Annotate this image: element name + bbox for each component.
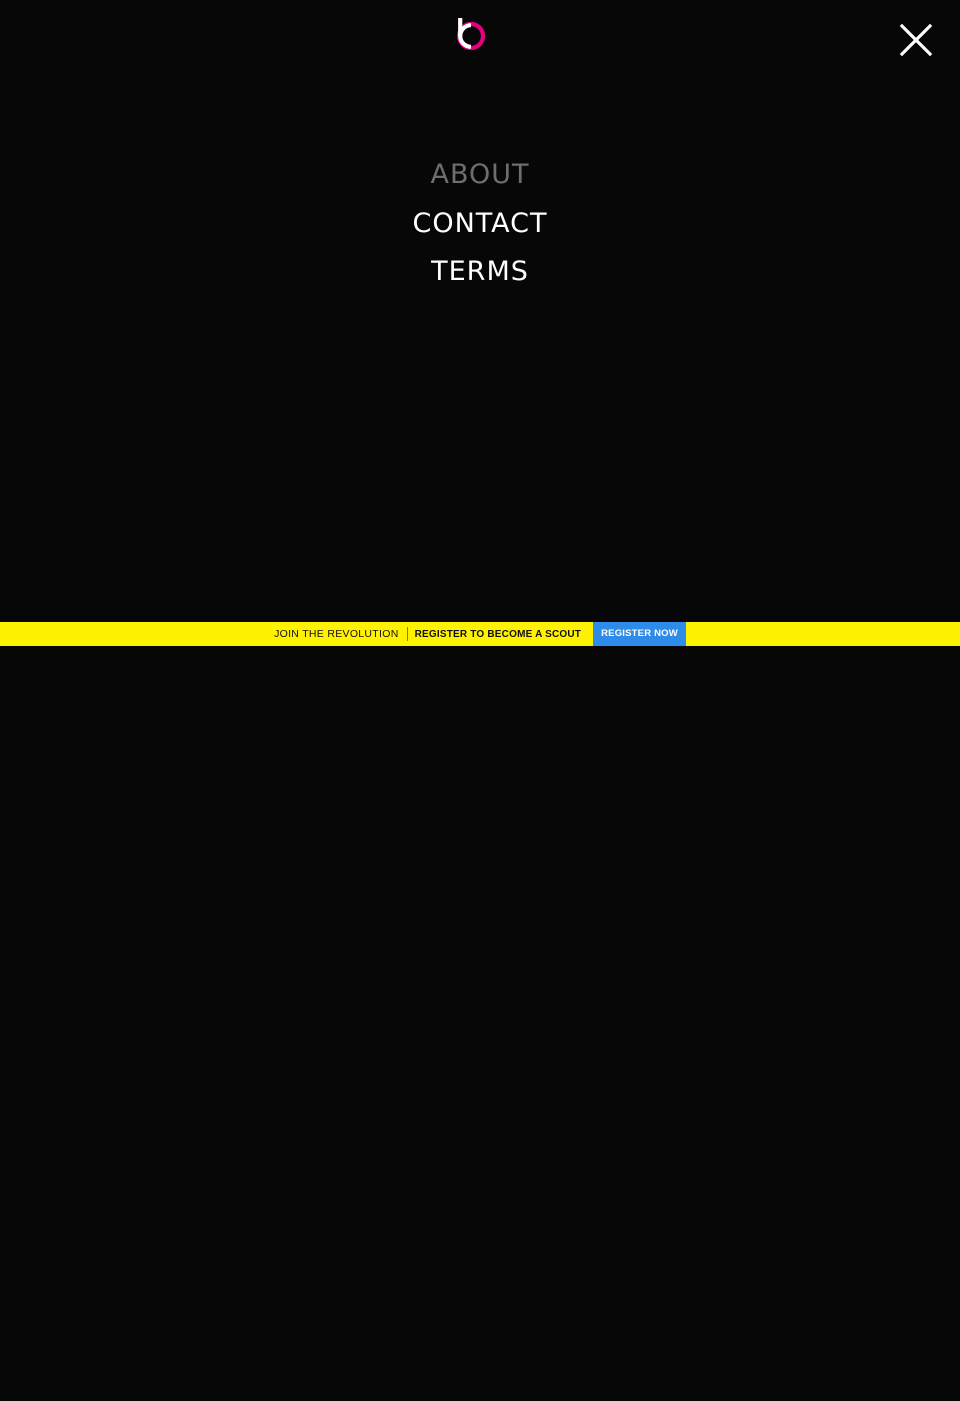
main-menu: ABOUT CONTACT TERMS (0, 153, 960, 299)
promo-banner: JOIN THE REVOLUTION REGISTER TO BECOME A… (0, 622, 960, 646)
menu-item-about: ABOUT (0, 153, 960, 202)
banner-cta-text: REGISTER TO BECOME A SCOUT (414, 628, 582, 640)
menu-link-about[interactable]: ABOUT (430, 159, 529, 190)
menu-item-terms: TERMS (0, 250, 960, 299)
close-icon (899, 23, 933, 57)
menu-item-contact: CONTACT (0, 202, 960, 251)
close-button[interactable] (898, 22, 934, 58)
register-now-button[interactable]: REGISTER NOW (593, 622, 686, 646)
brand-logo[interactable] (456, 16, 488, 54)
menu-link-terms[interactable]: TERMS (431, 256, 529, 287)
menu-link-contact[interactable]: CONTACT (412, 208, 547, 239)
brand-b-logo-icon (456, 18, 486, 51)
banner-join-text: JOIN THE REVOLUTION (274, 628, 399, 640)
menu-overlay: ABOUT CONTACT TERMS JOIN THE REVOLUTION … (0, 0, 960, 1401)
